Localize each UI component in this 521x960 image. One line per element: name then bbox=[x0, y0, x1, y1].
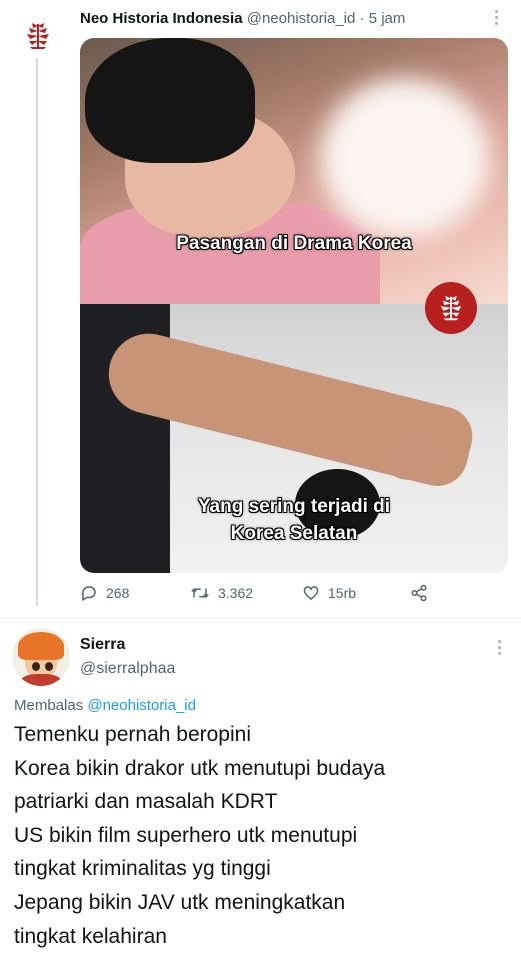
reply-author-handle[interactable]: @sierralphaa bbox=[80, 660, 175, 678]
avatar-eye bbox=[32, 662, 40, 671]
reply-text-line: Temenku pernah beropini bbox=[14, 723, 251, 746]
like-count: 15rb bbox=[328, 585, 357, 601]
header-separator: · bbox=[355, 10, 369, 27]
reply-text-line: Jepang bikin JAV utk meningkatkan bbox=[14, 890, 346, 914]
avatar-eye bbox=[45, 662, 53, 671]
photo-fist bbox=[385, 434, 445, 480]
reply-text: Temenku pernah beropini Korea bikin drak… bbox=[14, 718, 509, 953]
reply-author-avatar[interactable] bbox=[12, 628, 70, 686]
replying-to-mention[interactable]: @neohistoria_id bbox=[87, 697, 196, 714]
author-name[interactable]: Neo Historia Indonesia bbox=[80, 10, 243, 27]
photo-blur bbox=[320, 78, 490, 238]
replying-to-line: Membalas @neohistoria_id bbox=[14, 697, 196, 714]
tweet-header: Neo Historia Indonesia @neohistoria_id ·… bbox=[80, 10, 405, 27]
neohistoria-watermark-icon bbox=[425, 282, 477, 334]
meme-caption-top: Pasangan di Drama Korea bbox=[176, 233, 412, 254]
retweet-button[interactable]: 3.362 bbox=[190, 584, 253, 602]
more-icon[interactable] bbox=[495, 10, 501, 25]
reply-count: 268 bbox=[106, 585, 130, 601]
like-icon bbox=[303, 586, 319, 600]
avatar-suit bbox=[20, 674, 62, 686]
tweet-media-image[interactable]: Pasangan di Drama Korea Yang sering terj… bbox=[80, 38, 508, 573]
reply-more-icon[interactable] bbox=[498, 640, 501, 658]
reply-icon bbox=[81, 586, 96, 602]
share-button[interactable] bbox=[410, 584, 428, 602]
thread-connector-line bbox=[36, 58, 38, 606]
meme-caption-bottom-line2: Korea Selatan bbox=[230, 523, 358, 544]
retweet-count: 3.362 bbox=[218, 585, 254, 601]
meme-caption-bottom: Yang sering terjadi di Korea Selatan bbox=[80, 493, 508, 547]
avatar-hat bbox=[18, 632, 64, 660]
reply-text-line: Korea bikin drakor utk menutupi budaya bbox=[14, 756, 386, 780]
share-icon bbox=[411, 584, 427, 602]
reply-text-line: tingkat kelahiran bbox=[14, 924, 167, 948]
retweet-icon bbox=[191, 588, 209, 598]
meme-top-panel bbox=[80, 38, 508, 308]
tweet-divider bbox=[0, 618, 521, 619]
reply-text-line: US bikin film superhero utk menutupi bbox=[14, 823, 358, 847]
photo-hair bbox=[85, 38, 255, 163]
tweet-timestamp[interactable]: 5 jam bbox=[369, 10, 406, 27]
replying-prefix: Membalas bbox=[14, 697, 88, 714]
author-handle[interactable]: @neohistoria_id bbox=[247, 10, 356, 27]
reply-text-line: patriarki dan masalah KDRT bbox=[14, 790, 278, 814]
meme-caption-bottom-line1: Yang sering terjadi di bbox=[197, 496, 391, 517]
reply-author-name[interactable]: Sierra bbox=[80, 636, 125, 654]
reply-button[interactable]: 268 bbox=[80, 584, 129, 602]
reply-text-line: tingkat kriminalitas yg tinggi bbox=[14, 857, 271, 881]
like-button[interactable]: 15rb bbox=[302, 584, 356, 602]
tweet-actions: 268 3.362 15rb bbox=[80, 584, 440, 606]
neohistoria-logo-icon[interactable] bbox=[22, 20, 54, 52]
